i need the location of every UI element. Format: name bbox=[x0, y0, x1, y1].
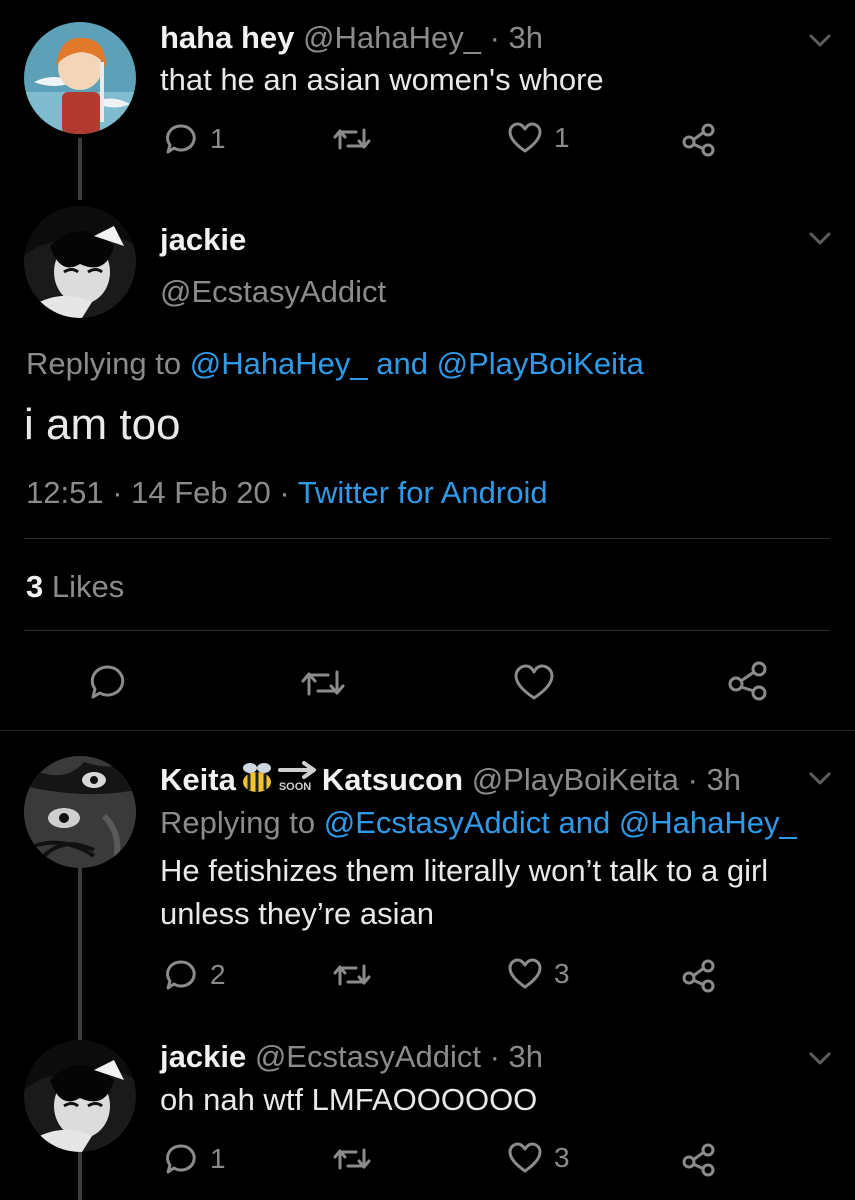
chevron-down-icon[interactable] bbox=[806, 1048, 834, 1068]
timestamp: · 3h bbox=[489, 20, 544, 55]
display-name-suffix[interactable]: Katsucon bbox=[322, 762, 463, 797]
tweet-text: that he an asian women's whore bbox=[160, 62, 604, 97]
display-name[interactable]: haha hey bbox=[160, 20, 294, 55]
source-link[interactable]: Twitter for Android bbox=[298, 475, 548, 510]
handle[interactable]: @EcstasyAddict bbox=[160, 274, 386, 310]
tweet-text-line-1: He fetishizes them literally won’t talk … bbox=[160, 853, 769, 888]
reply-icon bbox=[166, 124, 196, 154]
soon-emoji-caption: SOON bbox=[278, 781, 312, 793]
timestamp: · 3h bbox=[489, 1039, 544, 1074]
reply-count: 1 bbox=[210, 1143, 226, 1174]
chevron-down-icon[interactable] bbox=[806, 768, 834, 788]
handle[interactable]: @PlayBoiKeita bbox=[472, 762, 679, 797]
reply-button[interactable]: 1 bbox=[164, 122, 226, 156]
thread-line bbox=[78, 1152, 82, 1200]
reply-button[interactable]: 2 bbox=[164, 958, 226, 992]
display-name[interactable]: jackie bbox=[160, 1039, 246, 1074]
reply-icon bbox=[166, 960, 196, 990]
like-count: 3 bbox=[554, 958, 570, 989]
retweet-icon bbox=[333, 128, 371, 150]
retweet-button[interactable] bbox=[332, 960, 372, 990]
likes-label: Likes bbox=[51, 569, 125, 604]
reply-count: 2 bbox=[210, 959, 226, 990]
tweet-text-line-2: unless they’re asian bbox=[160, 896, 434, 931]
retweet-icon bbox=[333, 964, 371, 986]
avatar[interactable] bbox=[24, 22, 136, 134]
soon-arrow-emoji-icon bbox=[277, 761, 316, 779]
like-icon[interactable] bbox=[514, 664, 554, 702]
reply-button[interactable]: 1 bbox=[164, 1142, 226, 1176]
timestamp: 12:51 · 14 Feb 20 · bbox=[26, 475, 290, 510]
tweet-text: i am too bbox=[24, 400, 181, 449]
retweet-button[interactable] bbox=[332, 124, 372, 154]
replying-to-label: Replying to bbox=[160, 805, 316, 840]
retweet-button[interactable] bbox=[332, 1144, 372, 1174]
like-button[interactable]: 3 bbox=[508, 1142, 570, 1174]
thread-line bbox=[78, 138, 82, 200]
thread-line bbox=[78, 868, 82, 1040]
likes-summary[interactable]: 3 Likes bbox=[26, 569, 124, 605]
handle[interactable]: @HahaHey_ bbox=[303, 20, 481, 55]
like-button[interactable]: 3 bbox=[508, 958, 570, 990]
display-name[interactable]: jackie bbox=[160, 222, 246, 258]
reply-count: 1 bbox=[210, 123, 226, 154]
like-count: 1 bbox=[554, 122, 570, 153]
retweet-icon[interactable] bbox=[300, 666, 346, 700]
share-icon[interactable] bbox=[680, 958, 718, 994]
divider bbox=[0, 730, 855, 731]
share-icon[interactable] bbox=[680, 1142, 718, 1178]
reply-icon bbox=[166, 1144, 196, 1174]
avatar[interactable] bbox=[24, 756, 136, 868]
tweet-text: oh nah wtf LMFAOOOOOO bbox=[160, 1082, 538, 1117]
handle[interactable]: @EcstasyAddict bbox=[255, 1039, 481, 1074]
like-icon bbox=[508, 1142, 542, 1173]
like-icon bbox=[508, 122, 542, 153]
timestamp: · 3h bbox=[687, 762, 741, 797]
divider bbox=[24, 630, 830, 631]
display-name[interactable]: Keita bbox=[160, 762, 236, 797]
avatar[interactable] bbox=[24, 1040, 136, 1152]
divider bbox=[24, 538, 830, 539]
like-count: 3 bbox=[554, 1142, 570, 1173]
replying-to-label: Replying to bbox=[26, 346, 182, 381]
share-icon[interactable] bbox=[680, 122, 718, 158]
bee-emoji-icon bbox=[242, 763, 271, 792]
like-icon bbox=[508, 958, 542, 989]
replying-to-users[interactable]: @HahaHey_ and @PlayBoiKeita bbox=[190, 346, 644, 381]
avatar[interactable] bbox=[24, 206, 136, 318]
reply-icon[interactable] bbox=[88, 662, 128, 702]
chevron-down-icon[interactable] bbox=[806, 30, 834, 50]
like-button[interactable]: 1 bbox=[508, 122, 570, 154]
likes-count: 3 bbox=[26, 569, 44, 604]
share-icon[interactable] bbox=[726, 660, 770, 702]
replying-to-users[interactable]: @EcstasyAddict and @HahaHey_ bbox=[324, 805, 797, 840]
retweet-icon bbox=[333, 1148, 371, 1170]
chevron-down-icon[interactable] bbox=[806, 228, 834, 248]
